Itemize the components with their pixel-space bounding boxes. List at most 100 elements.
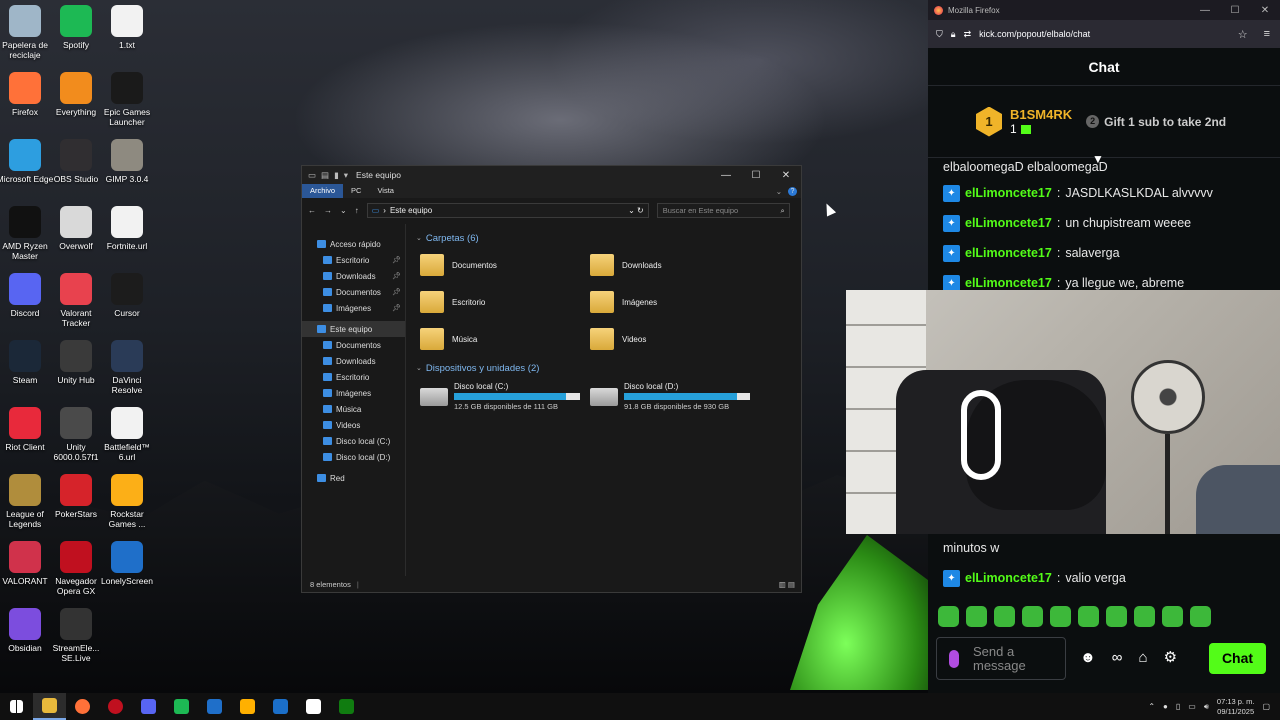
desktop-icon[interactable]: DaVinci Resolve bbox=[97, 340, 157, 395]
firefox-titlebar[interactable]: Mozilla Firefox — ☐ ✕ bbox=[928, 0, 1280, 20]
desktop-icon[interactable]: Rockstar Games ... bbox=[97, 474, 157, 529]
emote-icon[interactable] bbox=[1078, 606, 1099, 627]
up-arrow-icon[interactable]: ↑ bbox=[355, 206, 359, 215]
send-chat-button[interactable]: Chat bbox=[1209, 643, 1266, 674]
maximize-button[interactable]: ☐ bbox=[741, 170, 771, 181]
tab-pc[interactable]: PC bbox=[343, 184, 369, 198]
address-bar[interactable]: ▭ › Este equipo ⌄ ↻ bbox=[366, 203, 649, 218]
lock-icon[interactable]: 🔒︎ bbox=[951, 29, 956, 40]
chat-username[interactable]: elLimoncete17 bbox=[965, 276, 1052, 290]
desktop-icon[interactable]: 1.txt bbox=[97, 5, 157, 50]
taskbar-app[interactable] bbox=[264, 693, 297, 720]
menu-icon[interactable]: ≡ bbox=[1264, 28, 1270, 41]
battery-icon[interactable]: ▯ bbox=[1176, 702, 1180, 711]
nav-item[interactable]: Escritorio 📌︎ bbox=[302, 252, 405, 268]
desktop-icon[interactable]: Cursor bbox=[97, 273, 157, 318]
desktop-icon[interactable]: StreamEle... SE.Live bbox=[46, 608, 106, 663]
help-icon[interactable]: ? bbox=[788, 186, 797, 196]
nav-item[interactable]: Downloads bbox=[302, 353, 405, 369]
nav-item[interactable]: Documentos 📌︎ bbox=[302, 284, 405, 300]
nav-item[interactable]: Imágenes 📌︎ bbox=[302, 300, 405, 316]
emote-icon[interactable] bbox=[1162, 606, 1183, 627]
clock[interactable]: 07:13 p. m. 09/11/2025 bbox=[1217, 697, 1255, 717]
new-folder-icon[interactable]: ▮ bbox=[334, 170, 339, 181]
minimize-button[interactable]: — bbox=[711, 170, 741, 181]
search-input[interactable]: Buscar en Este equipo ⌕ bbox=[656, 203, 790, 218]
back-arrow-icon[interactable]: ← bbox=[308, 206, 316, 215]
maximize-button[interactable]: ☐ bbox=[1220, 5, 1250, 16]
permissions-icon[interactable]: ⇄ bbox=[964, 29, 972, 40]
emote-icon[interactable] bbox=[1106, 606, 1127, 627]
nav-item[interactable]: Documentos bbox=[302, 337, 405, 353]
minimize-button[interactable]: — bbox=[1190, 5, 1220, 16]
desktop-icon[interactable]: LonelyScreen bbox=[97, 541, 157, 586]
close-button[interactable]: ✕ bbox=[1250, 5, 1280, 16]
chat-username[interactable]: elLimoncete17 bbox=[965, 246, 1052, 260]
leader-username[interactable]: B1SM4RK bbox=[1010, 107, 1072, 122]
nav-item[interactable]: Escritorio bbox=[302, 369, 405, 385]
shield-icon[interactable]: ⛉ bbox=[936, 29, 943, 40]
emote-icon[interactable] bbox=[1134, 606, 1155, 627]
network-icon[interactable]: ▭ bbox=[1188, 702, 1196, 711]
notifications-icon[interactable]: ▢ bbox=[1262, 702, 1270, 711]
url-bar[interactable]: ⛉ 🔒︎ ⇄ kick.com/popout/elbalo/chat ☆ ≡ bbox=[928, 20, 1280, 48]
taskbar-app[interactable] bbox=[66, 693, 99, 720]
nav-item[interactable]: Este equipo bbox=[302, 321, 405, 337]
chevron-down-icon[interactable]: ▾ bbox=[344, 170, 348, 181]
folder-item[interactable]: Música bbox=[420, 324, 590, 354]
taskbar-app[interactable] bbox=[198, 693, 231, 720]
tab-archivo[interactable]: Archivo bbox=[302, 184, 344, 198]
microphone-icon[interactable]: ● bbox=[1163, 702, 1168, 711]
folder-item[interactable]: Downloads bbox=[590, 250, 760, 280]
emote-picker-icon[interactable]: ☻ bbox=[1080, 649, 1096, 666]
microphone-icon[interactable] bbox=[949, 649, 959, 668]
drive-item[interactable]: Disco local (C:) 12.5 GB disponibles de 1… bbox=[420, 382, 590, 411]
address-dropdown-icon[interactable]: ⌄ ↻ bbox=[628, 206, 644, 215]
emote-icon[interactable] bbox=[938, 606, 959, 627]
volume-icon[interactable]: 🔊︎ bbox=[1204, 702, 1209, 712]
chat-username[interactable]: elLimoncete17 bbox=[965, 571, 1052, 585]
drives-group-header[interactable]: ⌄ Dispositivos y unidades (2) bbox=[416, 360, 801, 376]
taskbar-app[interactable] bbox=[165, 693, 198, 720]
emote-icon[interactable] bbox=[1022, 606, 1043, 627]
folder-item[interactable]: Imágenes bbox=[590, 287, 760, 317]
folder-item[interactable]: Escritorio bbox=[420, 287, 590, 317]
nav-item[interactable]: Videos bbox=[302, 417, 405, 433]
nav-item[interactable]: Downloads 📌︎ bbox=[302, 268, 405, 284]
taskbar-app[interactable] bbox=[231, 693, 264, 720]
drive-item[interactable]: Disco local (D:) 91.8 GB disponibles de 9… bbox=[590, 382, 760, 411]
nav-item[interactable]: Acceso rápido bbox=[302, 236, 405, 252]
taskbar-app[interactable] bbox=[33, 693, 66, 720]
emote-icon[interactable] bbox=[1050, 606, 1071, 627]
close-button[interactable]: ✕ bbox=[771, 170, 801, 181]
taskbar-app[interactable] bbox=[297, 693, 330, 720]
gear-icon[interactable]: ⚙ bbox=[1164, 648, 1177, 666]
nav-item[interactable]: Música bbox=[302, 401, 405, 417]
chat-username[interactable]: elLimoncete17 bbox=[965, 216, 1052, 230]
bookmark-star-icon[interactable]: ☆ bbox=[1238, 28, 1248, 41]
desktop-icon[interactable]: GIMP 3.0.4 bbox=[97, 139, 157, 184]
properties-icon[interactable]: ▤ bbox=[321, 170, 329, 181]
explorer-titlebar[interactable]: ▭ ▤ ▮ ▾ Este equipo — ☐ ✕ bbox=[302, 166, 801, 184]
start-button[interactable] bbox=[0, 693, 33, 720]
taskbar-app[interactable] bbox=[99, 693, 132, 720]
folders-group-header[interactable]: ⌄ Carpetas (6) bbox=[416, 230, 801, 246]
emote-icon[interactable] bbox=[994, 606, 1015, 627]
forward-arrow-icon[interactable]: → bbox=[324, 206, 332, 215]
folder-item[interactable]: Documentos bbox=[420, 250, 590, 280]
nav-item[interactable]: Disco local (D:) bbox=[302, 449, 405, 465]
taskbar-app[interactable] bbox=[132, 693, 165, 720]
desktop-icon[interactable]: Epic Games Launcher bbox=[97, 72, 157, 127]
store-icon[interactable]: ⌂ bbox=[1139, 649, 1148, 666]
chevron-up-icon[interactable]: ⌃ bbox=[1148, 702, 1155, 711]
emote-icon[interactable] bbox=[966, 606, 987, 627]
view-toggle-icon[interactable]: ▥ ▤ bbox=[779, 580, 795, 589]
recent-locations-icon[interactable]: ⌄ bbox=[340, 206, 347, 215]
collapse-chevron-icon[interactable]: ⌄ bbox=[416, 364, 422, 372]
url-text[interactable]: kick.com/popout/elbalo/chat bbox=[979, 29, 1090, 39]
chat-message-input[interactable]: Send a message bbox=[936, 637, 1066, 680]
emote-icon[interactable] bbox=[1190, 606, 1211, 627]
infinity-icon[interactable]: ∞ bbox=[1112, 649, 1123, 666]
expand-ribbon-icon[interactable]: ⌄ bbox=[776, 187, 782, 196]
nav-item[interactable]: Disco local (C:) bbox=[302, 433, 405, 449]
